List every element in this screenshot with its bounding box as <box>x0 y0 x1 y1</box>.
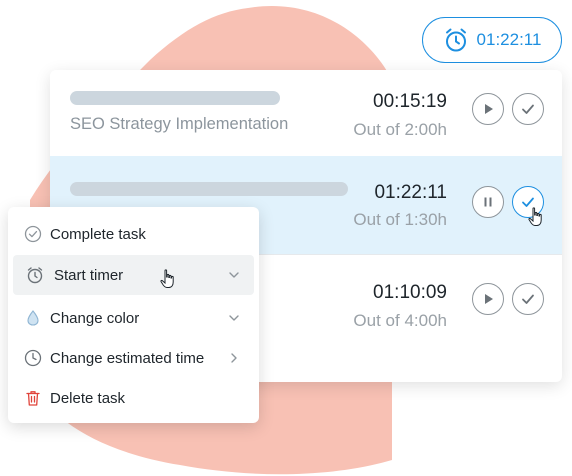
alarm-clock-icon <box>27 267 43 284</box>
chevron-down-icon <box>229 315 239 321</box>
task-tracked-time: 01:10:09 <box>373 282 447 303</box>
menu-item-delete-task[interactable]: Delete task <box>8 378 259 418</box>
task-row[interactable]: SEO Strategy Implementation 00:15:19 Out… <box>50 70 562 156</box>
menu-item-start-timer[interactable]: Start timer <box>13 255 254 295</box>
task-estimate: Out of 4:00h <box>353 311 447 330</box>
task-tracked-time: 00:15:19 <box>373 91 447 112</box>
check-icon <box>522 104 534 114</box>
task-context-menu: Complete task Start timer Change color C… <box>8 207 259 423</box>
task-tracked-time: 01:22:11 <box>374 182 447 203</box>
play-icon <box>485 294 493 304</box>
menu-item-label: Delete task <box>50 389 126 407</box>
running-timer-badge[interactable]: 01:22:11 <box>422 17 562 63</box>
menu-item-change-estimated-time[interactable]: Change estimated time <box>8 338 259 378</box>
chevron-down-icon <box>229 272 239 278</box>
trash-icon <box>26 391 40 406</box>
check-icon <box>522 294 534 304</box>
task-name: SEO Strategy Implementation <box>70 115 289 133</box>
chevron-right-icon <box>231 353 237 363</box>
pause-button[interactable] <box>472 186 504 218</box>
menu-item-complete-task[interactable]: Complete task <box>8 214 259 254</box>
droplet-icon <box>27 310 39 326</box>
check-circle-icon <box>24 225 42 243</box>
hand-cursor-icon <box>528 207 542 226</box>
menu-item-label: Complete task <box>50 225 146 243</box>
menu-item-label: Start timer <box>54 266 124 284</box>
menu-item-label: Change estimated time <box>50 349 205 367</box>
task-estimate: Out of 1:30h <box>353 210 447 229</box>
menu-item-change-color[interactable]: Change color <box>8 298 259 338</box>
hand-cursor-icon <box>160 269 174 288</box>
task-title-placeholder <box>70 91 280 105</box>
play-button[interactable] <box>472 283 504 315</box>
play-icon <box>485 104 493 114</box>
task-estimate: Out of 2:00h <box>353 120 447 139</box>
pause-icon <box>484 197 492 207</box>
alarm-clock-icon <box>445 28 466 52</box>
complete-task-button[interactable] <box>512 283 544 315</box>
play-button[interactable] <box>472 93 504 125</box>
running-timer-value: 01:22:11 <box>476 30 542 49</box>
task-title-placeholder <box>70 182 348 196</box>
complete-task-button[interactable] <box>512 93 544 125</box>
clock-icon <box>24 349 42 367</box>
menu-item-label: Change color <box>50 309 140 327</box>
